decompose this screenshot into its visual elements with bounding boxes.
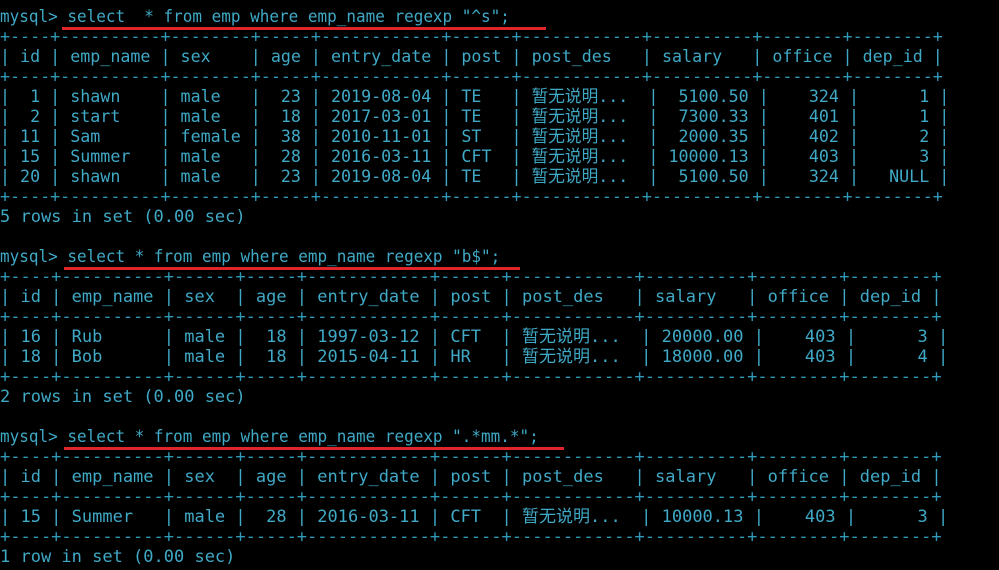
- command-line: mysql> select * from emp where emp_name …: [0, 247, 501, 267]
- table-border: +----+----------+------+-----+----------…: [0, 267, 942, 287]
- table-row: | 11 | Sam | female | 38 | 2010-11-01 | …: [0, 127, 950, 147]
- result-summary: 1 row in set (0.00 sec): [0, 547, 236, 567]
- terminal-window: mysql> select * from emp where emp_name …: [0, 0, 999, 570]
- table-border: +----+----------+------+-----+----------…: [0, 527, 942, 547]
- command-line: mysql> select * from emp where emp_name …: [0, 7, 510, 27]
- table-row: | 15 | Summer | male | 28 | 2016-03-11 |…: [0, 147, 950, 167]
- command-line: mysql> select * from emp where emp_name …: [0, 427, 539, 447]
- table-row: | 20 | shawn | male | 23 | 2019-08-04 | …: [0, 167, 950, 187]
- table-row: | 18 | Bob | male | 18 | 2015-04-11 | HR…: [0, 347, 949, 367]
- table-header: | id | emp_name | sex | age | entry_date…: [0, 467, 942, 487]
- table-border: +----+----------+--------+-----+--------…: [0, 187, 943, 207]
- result-summary: 5 rows in set (0.00 sec): [0, 207, 246, 227]
- table-header: | id | emp_name | sex | age | entry_date…: [0, 287, 942, 307]
- table-row: | 15 | Summer | male | 28 | 2016-03-11 |…: [0, 507, 949, 527]
- table-header: | id | emp_name | sex | age | entry_date…: [0, 47, 943, 67]
- table-border: +----+----------+------+-----+----------…: [0, 487, 942, 507]
- table-row: | 1 | shawn | male | 23 | 2019-08-04 | T…: [0, 87, 950, 107]
- result-summary: 2 rows in set (0.00 sec): [0, 387, 246, 407]
- table-row: | 16 | Rub | male | 18 | 1997-03-12 | CF…: [0, 327, 949, 347]
- table-border: +----+----------+------+-----+----------…: [0, 367, 942, 387]
- table-border: +----+----------+--------+-----+--------…: [0, 67, 943, 87]
- table-border: +----+----------+------+-----+----------…: [0, 447, 942, 467]
- table-border: +----+----------+--------+-----+--------…: [0, 27, 943, 47]
- table-border: +----+----------+------+-----+----------…: [0, 307, 942, 327]
- table-row: | 2 | start | male | 18 | 2017-03-01 | T…: [0, 107, 950, 127]
